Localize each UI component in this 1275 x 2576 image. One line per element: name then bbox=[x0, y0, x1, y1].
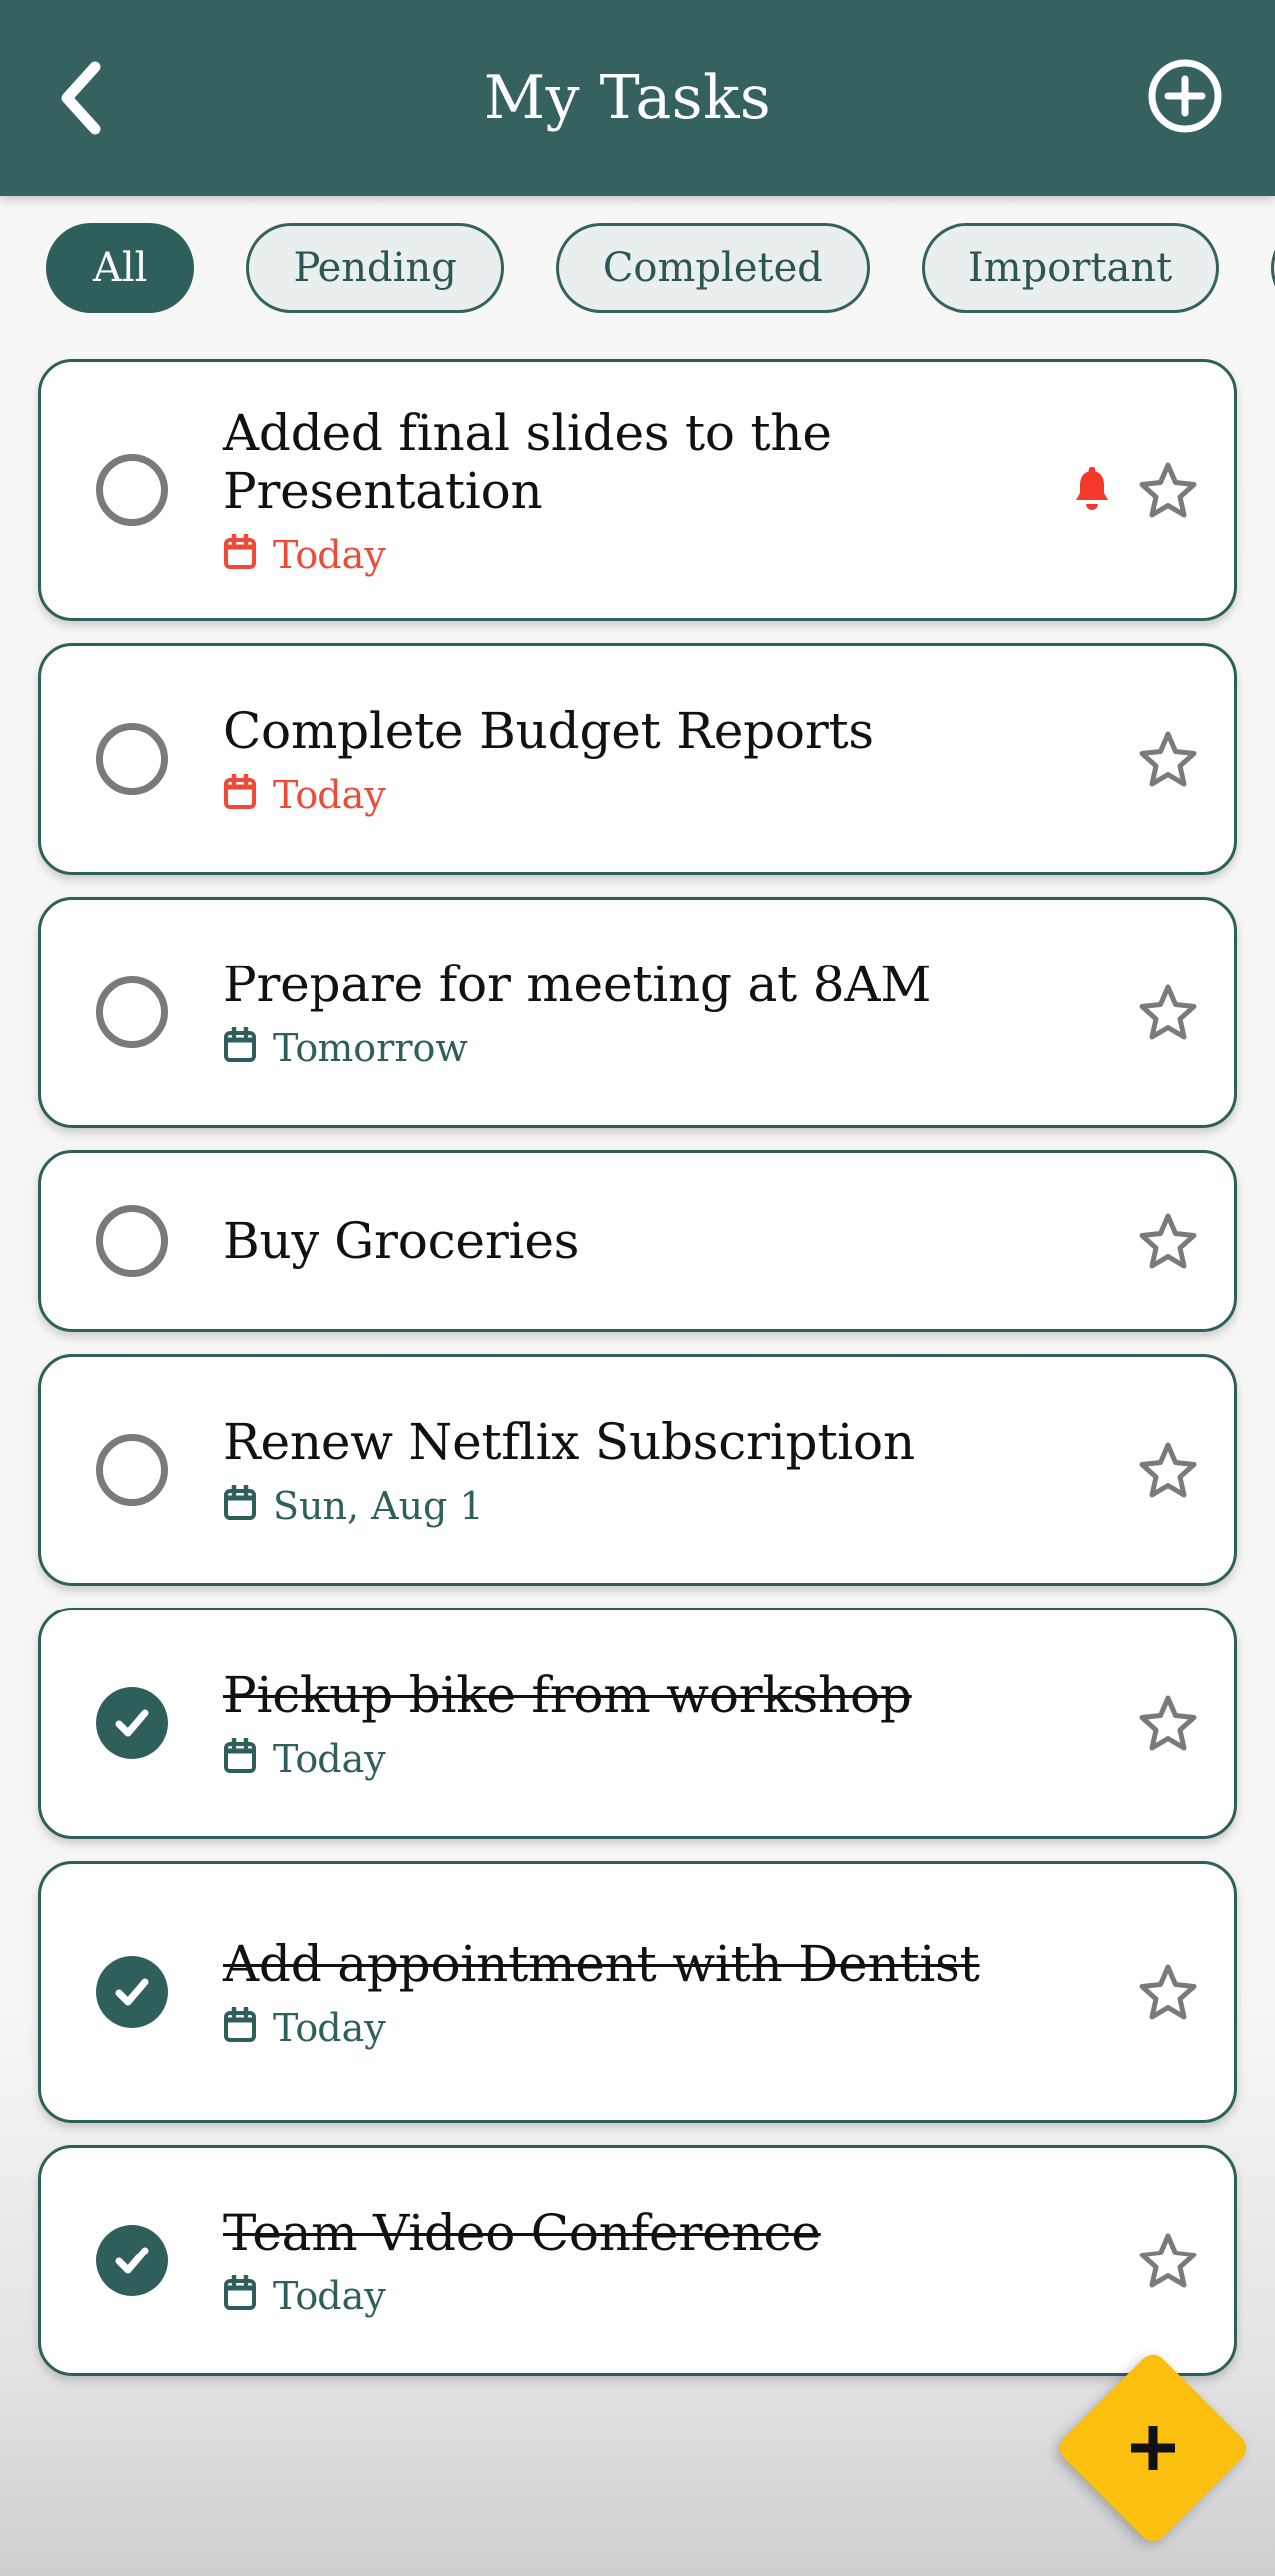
task-text-block: Renew Netflix Subscription Sun, Aug 1 bbox=[223, 1413, 1108, 1527]
task-checkbox[interactable] bbox=[41, 1956, 223, 2028]
calendar-icon bbox=[223, 1483, 257, 1527]
task-title: Renew Netflix Subscription bbox=[223, 1413, 915, 1471]
task-checkbox[interactable] bbox=[41, 1434, 223, 1506]
task-due-date-label: Today bbox=[273, 2006, 386, 2050]
task-due-date: Today bbox=[223, 2005, 1092, 2050]
task-text-block: Team Video Conference Today bbox=[223, 2204, 1108, 2317]
favorite-star-icon[interactable] bbox=[1136, 461, 1200, 519]
filter-chip-important[interactable]: Important bbox=[921, 223, 1220, 313]
task-card[interactable]: Team Video Conference Today bbox=[38, 2145, 1237, 2376]
task-due-date: Sun, Aug 1 bbox=[223, 1483, 1092, 1528]
task-card[interactable]: Prepare for meeting at 8AM Tomorrow bbox=[38, 897, 1237, 1128]
task-actions bbox=[1060, 461, 1200, 519]
filter-chip-row[interactable]: All Pending Completed Important bbox=[0, 196, 1275, 339]
task-title: Added final slides to the Presentation bbox=[223, 404, 832, 520]
task-actions bbox=[1108, 2232, 1200, 2289]
add-task-header-button[interactable] bbox=[1125, 0, 1275, 196]
task-actions bbox=[1108, 1694, 1200, 1752]
task-actions bbox=[1108, 1963, 1200, 2021]
task-due-date-label: Today bbox=[273, 1737, 386, 1781]
favorite-star-icon[interactable] bbox=[1136, 1441, 1200, 1499]
task-list: Added final slides to the Presentation To… bbox=[0, 359, 1275, 2398]
task-card[interactable]: Added final slides to the Presentation To… bbox=[38, 359, 1237, 621]
back-button[interactable] bbox=[0, 0, 140, 196]
task-card[interactable]: Complete Budget Reports Today bbox=[38, 643, 1237, 875]
task-title: Prepare for meeting at 8AM bbox=[223, 956, 932, 1013]
task-due-date-label: Today bbox=[273, 773, 386, 817]
task-due-date: Today bbox=[223, 532, 1044, 577]
calendar-icon bbox=[223, 532, 257, 576]
task-checkbox[interactable] bbox=[41, 723, 223, 795]
app-bar: My Tasks bbox=[0, 0, 1275, 196]
task-checkbox[interactable] bbox=[41, 454, 223, 526]
calendar-icon bbox=[223, 1025, 257, 1069]
task-checkbox[interactable] bbox=[41, 1205, 223, 1277]
plus-icon bbox=[1122, 2417, 1184, 2479]
filter-chip-label: Completed bbox=[602, 245, 823, 291]
checkbox-checked-icon bbox=[96, 1956, 168, 2028]
task-card[interactable]: Renew Netflix Subscription Sun, Aug 1 bbox=[38, 1354, 1237, 1586]
task-text-block: Buy Groceries bbox=[223, 1212, 1108, 1270]
task-card[interactable]: Buy Groceries bbox=[38, 1150, 1237, 1332]
checkbox-empty-icon bbox=[96, 1205, 168, 1277]
checkbox-empty-icon bbox=[96, 454, 168, 526]
task-actions bbox=[1108, 730, 1200, 788]
checkbox-empty-icon bbox=[96, 976, 168, 1048]
calendar-icon bbox=[223, 2005, 257, 2049]
task-due-date: Today bbox=[223, 2273, 1092, 2318]
task-due-date-label: Sun, Aug 1 bbox=[273, 1484, 484, 1528]
plus-circle-icon bbox=[1146, 57, 1224, 139]
filter-chip-all[interactable]: All bbox=[46, 223, 195, 313]
task-text-block: Prepare for meeting at 8AM Tomorrow bbox=[223, 956, 1108, 1069]
reminder-bell-icon[interactable] bbox=[1068, 467, 1116, 513]
task-text-block: Pickup bike from workshop Today bbox=[223, 1666, 1108, 1780]
checkbox-checked-icon bbox=[96, 2225, 168, 2296]
task-due-date: Tomorrow bbox=[223, 1025, 1092, 1070]
task-text-block: Complete Budget Reports Today bbox=[223, 702, 1108, 816]
favorite-star-icon[interactable] bbox=[1136, 2232, 1200, 2289]
task-text-block: Add appointment with Dentist Today bbox=[223, 1935, 1108, 2049]
task-actions bbox=[1108, 1212, 1200, 1270]
calendar-icon bbox=[223, 2273, 257, 2317]
task-title: Complete Budget Reports bbox=[223, 702, 874, 760]
calendar-icon bbox=[223, 1736, 257, 1780]
task-due-date-label: Today bbox=[273, 2274, 386, 2318]
filter-chip-overflow[interactable] bbox=[1271, 223, 1275, 313]
filter-chip-completed[interactable]: Completed bbox=[555, 223, 870, 313]
task-title: Team Video Conference bbox=[223, 2204, 821, 2261]
favorite-star-icon[interactable] bbox=[1136, 1212, 1200, 1270]
favorite-star-icon[interactable] bbox=[1136, 730, 1200, 788]
filter-chip-label: Important bbox=[967, 245, 1173, 291]
task-due-date-label: Tomorrow bbox=[273, 1026, 468, 1070]
favorite-star-icon[interactable] bbox=[1136, 983, 1200, 1041]
favorite-star-icon[interactable] bbox=[1136, 1694, 1200, 1752]
task-checkbox[interactable] bbox=[41, 1687, 223, 1759]
filter-chip-label: All bbox=[93, 245, 148, 291]
checkbox-empty-icon bbox=[96, 1434, 168, 1506]
page-title: My Tasks bbox=[483, 63, 772, 133]
task-text-block: Added final slides to the Presentation To… bbox=[223, 404, 1060, 576]
task-actions bbox=[1108, 1441, 1200, 1499]
task-checkbox[interactable] bbox=[41, 976, 223, 1048]
checkbox-empty-icon bbox=[96, 723, 168, 795]
task-due-date: Today bbox=[223, 1736, 1092, 1781]
checkbox-checked-icon bbox=[96, 1687, 168, 1759]
task-due-date: Today bbox=[223, 772, 1092, 817]
task-card[interactable]: Pickup bike from workshop Today bbox=[38, 1608, 1237, 1839]
calendar-icon bbox=[223, 772, 257, 816]
filter-chip-pending[interactable]: Pending bbox=[246, 223, 504, 313]
app-screen: My Tasks All Pending Completed Important bbox=[0, 0, 1275, 2576]
task-title: Add appointment with Dentist bbox=[223, 1935, 980, 1993]
task-card[interactable]: Add appointment with Dentist Today bbox=[38, 1861, 1237, 2123]
task-due-date-label: Today bbox=[273, 533, 386, 577]
favorite-star-icon[interactable] bbox=[1136, 1963, 1200, 2021]
chevron-left-icon bbox=[55, 59, 107, 137]
task-title: Buy Groceries bbox=[223, 1212, 580, 1270]
task-title: Pickup bike from workshop bbox=[223, 1666, 912, 1724]
task-checkbox[interactable] bbox=[41, 2225, 223, 2296]
filter-chip-label: Pending bbox=[293, 245, 457, 291]
task-actions bbox=[1108, 983, 1200, 1041]
